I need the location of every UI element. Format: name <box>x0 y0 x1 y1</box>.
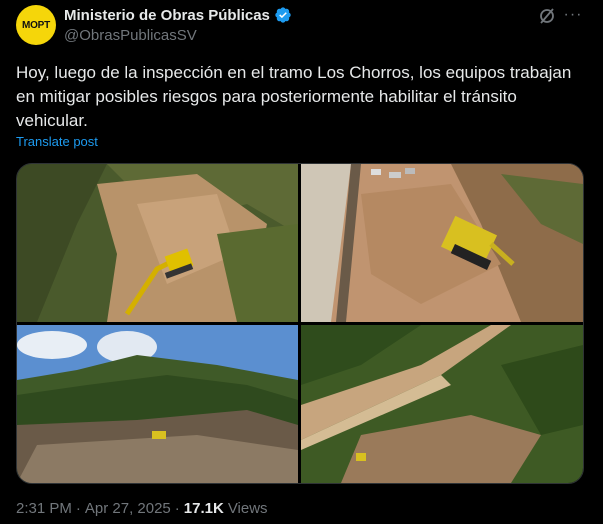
translate-post-link[interactable]: Translate post <box>16 134 98 149</box>
tweet-card: MOPT Ministerio de Obras Públicas @Obras… <box>0 0 603 524</box>
views-label: Views <box>227 500 268 517</box>
tweet-date[interactable]: Apr 27, 2025 <box>85 500 171 517</box>
grok-icon[interactable] <box>537 6 557 26</box>
tweet-meta: 2:31 PM · Apr 27, 2025 · 17.1K Views <box>16 500 268 517</box>
author-display-name[interactable]: Ministerio de Obras Públicas <box>64 7 270 24</box>
more-icon[interactable]: ··· <box>562 4 584 26</box>
tweet-text: Hoy, luego de la inspección en el tramo … <box>16 63 572 130</box>
author-name-row[interactable]: Ministerio de Obras Públicas <box>64 6 292 24</box>
excavator-aerial-photo[interactable] <box>301 164 583 322</box>
views-count: 17.1K <box>183 500 224 517</box>
excavator-slope-photo[interactable] <box>17 164 298 322</box>
verified-badge-icon <box>275 7 291 23</box>
more-glyph: ··· <box>563 6 583 23</box>
avatar[interactable]: MOPT <box>16 5 56 45</box>
meta-separator: · <box>75 500 81 517</box>
media-grid <box>16 163 584 484</box>
meta-separator-2: · <box>174 500 180 517</box>
author-handle[interactable]: @ObrasPublicasSV <box>64 27 197 44</box>
avatar-logo-text: MOPT <box>21 19 51 31</box>
hillside-photo[interactable] <box>17 325 298 483</box>
tweet-time[interactable]: 2:31 PM <box>16 500 72 517</box>
road-aerial-photo[interactable] <box>301 325 583 483</box>
